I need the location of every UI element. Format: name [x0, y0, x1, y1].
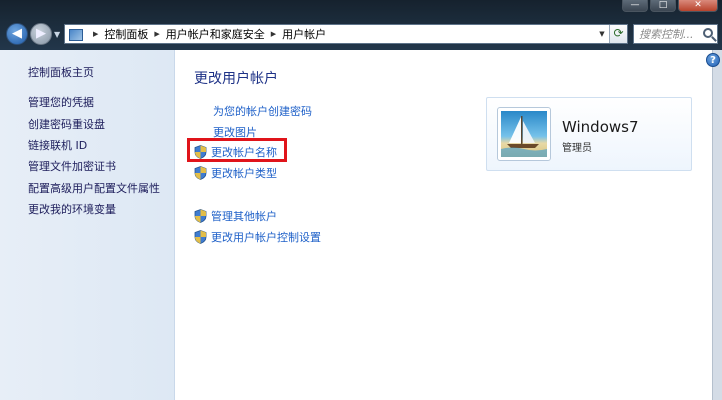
- minimize-button[interactable]: —: [622, 0, 648, 12]
- forward-button[interactable]: ▶: [30, 23, 52, 45]
- uac-shield-icon: [194, 230, 207, 244]
- address-bar[interactable]: ▶ 控制面板 ▶ 用户帐户和家庭安全 ▶ 用户帐户 ▼ ⟳: [64, 24, 628, 44]
- search-icon[interactable]: [703, 28, 713, 38]
- manage-other-accounts-link[interactable]: 管理其他帐户: [211, 208, 277, 224]
- avatar: [497, 107, 551, 161]
- breadcrumb-user-accounts[interactable]: 用户帐户: [282, 26, 326, 42]
- sidebar-item-password-reset-disk[interactable]: 创建密码重设盘: [28, 116, 105, 132]
- user-account-tile: Windows7 管理员: [486, 97, 692, 171]
- breadcrumb-separator-icon[interactable]: ▶: [154, 30, 159, 38]
- control-panel-icon: [69, 28, 83, 41]
- refresh-icon[interactable]: ⟳: [609, 25, 627, 43]
- maximize-button[interactable]: □: [650, 0, 676, 12]
- change-account-type-row[interactable]: 更改帐户类型: [194, 165, 277, 181]
- sidebar-item-control-panel-home[interactable]: 控制面板主页: [28, 64, 94, 80]
- back-button[interactable]: ◀: [6, 23, 28, 45]
- user-role: 管理员: [562, 143, 592, 154]
- address-dropdown-icon[interactable]: ▼: [595, 30, 609, 38]
- sidebar: 控制面板主页 管理您的凭据 创建密码重设盘 链接联机 ID 管理文件加密证书 配…: [0, 50, 175, 400]
- sailboat-picture-icon: [501, 111, 547, 157]
- window-controls: — □ ✕: [622, 0, 718, 14]
- main-content: 更改用户帐户 为您的帐户创建密码 更改图片 更改帐户名称 更改帐户类型 管理其他…: [176, 50, 712, 400]
- address-bar-actions: ▼ ⟳: [595, 25, 627, 43]
- help-icon[interactable]: ?: [706, 53, 720, 67]
- sidebar-item-link-online-id[interactable]: 链接联机 ID: [28, 137, 87, 153]
- create-password-link[interactable]: 为您的帐户创建密码: [213, 103, 312, 119]
- breadcrumb-separator-icon[interactable]: ▶: [93, 30, 98, 38]
- breadcrumb-user-accounts-family-safety[interactable]: 用户帐户和家庭安全: [166, 26, 265, 42]
- change-account-type-link[interactable]: 更改帐户类型: [211, 165, 277, 181]
- search-box[interactable]: [633, 24, 718, 44]
- sidebar-item-advanced-profile-properties[interactable]: 配置高级用户配置文件属性: [28, 180, 160, 196]
- breadcrumb-separator-icon[interactable]: ▶: [271, 30, 276, 38]
- uac-settings-link[interactable]: 更改用户帐户控制设置: [211, 229, 321, 245]
- breadcrumb-control-panel[interactable]: 控制面板: [104, 26, 148, 42]
- manage-other-accounts-row[interactable]: 管理其他帐户: [194, 208, 277, 224]
- page-title: 更改用户帐户: [194, 71, 278, 87]
- recent-pages-dropdown-icon[interactable]: ▼: [54, 30, 60, 39]
- user-name: Windows7: [562, 118, 639, 136]
- uac-settings-row[interactable]: 更改用户帐户控制设置: [194, 229, 321, 245]
- sidebar-item-file-encryption-certificates[interactable]: 管理文件加密证书: [28, 158, 116, 174]
- window-right-edge: [712, 50, 722, 400]
- uac-shield-icon: [194, 209, 207, 223]
- uac-shield-icon: [194, 166, 207, 180]
- close-button[interactable]: ✕: [678, 0, 718, 12]
- highlight-box: [187, 138, 287, 162]
- sidebar-item-environment-variables[interactable]: 更改我的环境变量: [28, 201, 116, 217]
- sidebar-item-manage-credentials[interactable]: 管理您的凭据: [28, 94, 94, 110]
- window-titlebar: — □ ✕ ◀ ▶ ▼ ▶ 控制面板 ▶ 用户帐户和家庭安全 ▶ 用户帐户 ▼ …: [0, 0, 722, 50]
- search-input[interactable]: [639, 27, 701, 41]
